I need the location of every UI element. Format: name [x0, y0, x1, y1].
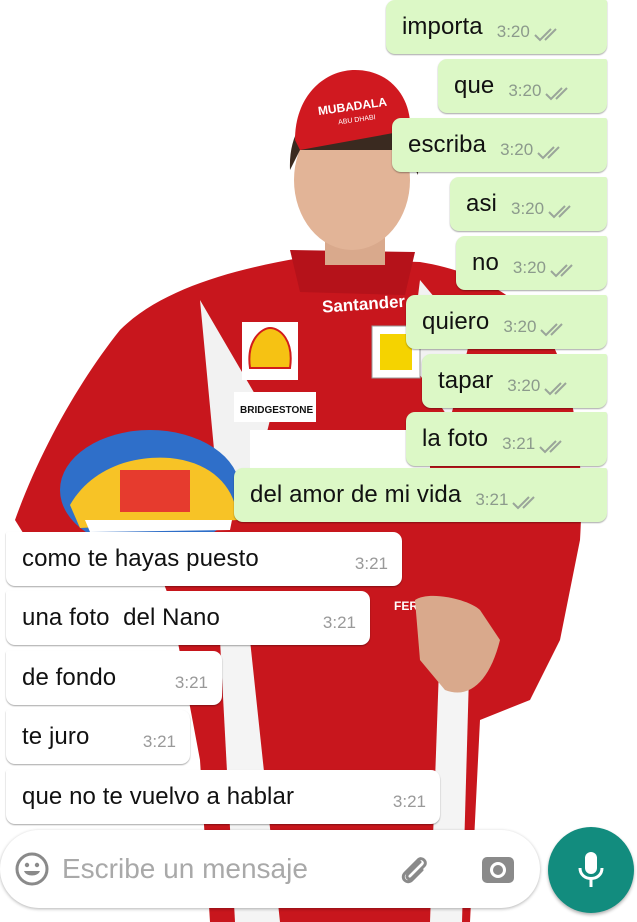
message-time: 3:20	[510, 199, 545, 218]
message-time: 3:21	[174, 673, 208, 692]
received-message[interactable]: que no te vuelvo a hablar 3:21	[6, 770, 440, 824]
message-text: te juro	[22, 723, 90, 750]
message-meta: 3:20	[500, 140, 566, 160]
patch-sponsor: BRIDGESTONE	[240, 405, 313, 416]
message-time: 3:21	[475, 490, 509, 509]
message-meta: 3:21	[143, 732, 176, 752]
message-text: de fondo	[22, 664, 117, 691]
received-message[interactable]: de fondo 3:21	[6, 651, 222, 705]
message-meta: 3:21	[393, 792, 426, 812]
message-time: 3:21	[354, 554, 388, 573]
microphone-button[interactable]	[548, 827, 634, 913]
message-time: 3:20	[507, 376, 541, 395]
double-check-icon	[539, 440, 562, 454]
double-check-icon	[534, 28, 557, 42]
message-time: 3:21	[322, 613, 356, 632]
received-message[interactable]: una foto del Nano 3:21	[6, 591, 370, 645]
paperclip-icon[interactable]	[394, 850, 432, 888]
message-text: del amor de mi vida	[250, 481, 462, 508]
sent-message[interactable]: la foto 3:21	[406, 412, 607, 466]
double-check-icon	[548, 205, 571, 219]
camera-icon[interactable]	[478, 849, 518, 889]
message-meta: 3:21	[323, 613, 356, 633]
message-meta: 3:21	[355, 554, 388, 574]
message-input[interactable]	[62, 850, 382, 888]
message-meta: 3:21	[175, 673, 208, 693]
message-text: tapar	[438, 367, 494, 394]
received-message[interactable]: te juro 3:21	[6, 710, 190, 764]
microphone-icon	[578, 852, 604, 887]
message-meta: 3:21	[502, 434, 568, 454]
message-text: importa	[402, 13, 483, 40]
double-check-icon	[544, 382, 568, 396]
emoji-icon[interactable]	[14, 851, 50, 887]
message-time: 3:20	[512, 258, 546, 277]
message-text: que	[454, 72, 495, 99]
message-text: como te hayas puesto	[22, 545, 259, 572]
message-text: no	[472, 249, 499, 276]
message-time: 3:20	[503, 317, 537, 336]
message-meta: 3:20	[497, 22, 563, 42]
message-text: asi	[466, 190, 497, 217]
sent-message[interactable]: del amor de mi vida 3:21	[234, 468, 607, 522]
message-text: que no te vuelvo a hablar	[22, 783, 295, 810]
message-composer	[0, 830, 540, 908]
sent-message[interactable]: escriba 3:20	[392, 118, 607, 172]
message-meta: 3:21	[475, 490, 541, 510]
message-text: escriba	[408, 131, 487, 158]
message-time: 3:20	[496, 22, 530, 41]
received-message[interactable]: como te hayas puesto 3:21	[6, 532, 402, 586]
message-time: 3:21	[502, 434, 536, 453]
message-meta: 3:20	[513, 258, 579, 278]
double-check-icon	[537, 146, 560, 160]
double-check-icon	[540, 323, 564, 337]
message-meta: 3:20	[508, 81, 574, 101]
message-time: 3:21	[142, 732, 176, 751]
sent-message[interactable]: importa 3:20	[386, 0, 607, 54]
message-text: la foto	[422, 425, 489, 452]
message-meta: 3:20	[511, 199, 577, 219]
sent-message[interactable]: no 3:20	[456, 236, 607, 290]
message-text: quiero	[422, 308, 490, 335]
double-check-icon	[545, 87, 569, 101]
message-time: 3:21	[392, 792, 426, 811]
double-check-icon	[512, 496, 536, 510]
message-meta: 3:20	[503, 317, 569, 337]
sent-message[interactable]: tapar 3:20	[422, 354, 607, 408]
message-text: una foto del Nano	[22, 604, 220, 631]
message-time: 3:20	[508, 81, 542, 100]
sent-message[interactable]: que 3:20	[438, 59, 607, 113]
sent-message[interactable]: asi 3:20	[450, 177, 607, 231]
sent-message[interactable]: quiero 3:20	[406, 295, 607, 349]
message-meta: 3:20	[507, 376, 573, 396]
double-check-icon	[550, 264, 573, 278]
message-time: 3:20	[500, 140, 534, 159]
